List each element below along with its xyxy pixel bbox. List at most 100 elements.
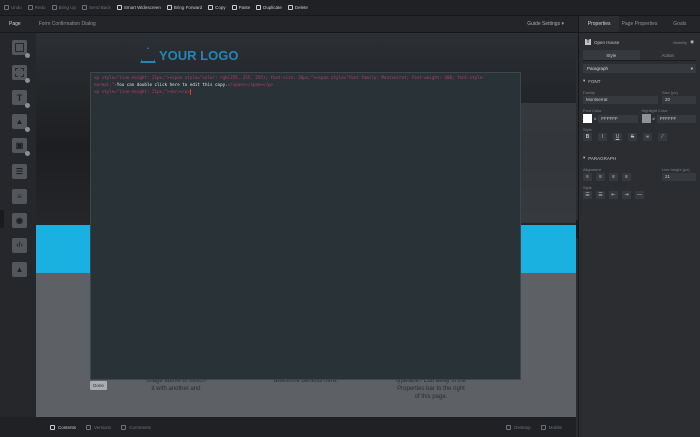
chevron-down-icon: ▾ <box>583 78 586 83</box>
text-icon: T <box>16 92 23 103</box>
comments-icon <box>121 424 127 430</box>
section-tool[interactable] <box>12 40 30 58</box>
chevron-down-icon: ▾ <box>690 66 693 71</box>
tab-page-properties[interactable]: Page Properties <box>619 16 659 32</box>
versions-icon <box>86 424 92 430</box>
add-dot-icon <box>25 103 30 108</box>
horizontal-rule-icon[interactable]: — <box>635 191 644 199</box>
unlink-icon[interactable]: ⁄ <box>658 133 667 141</box>
align-justify-icon[interactable]: ≡ <box>622 173 631 181</box>
bring-up-button[interactable]: Bring Up <box>51 5 76 10</box>
chevron-down-icon: ▾ <box>583 155 586 160</box>
highlight-color-swatch[interactable] <box>641 114 651 123</box>
left-collapse-handle[interactable] <box>0 210 4 228</box>
code-icon: ‹/› <box>16 242 23 249</box>
properties-panel: Properties Page Properties Goals T Open … <box>578 16 700 437</box>
link-icon[interactable]: ∞ <box>643 133 652 141</box>
text-element-icon: T <box>585 39 591 45</box>
page-tab-bar: Page Form Confirmation Dialog Guide Sett… <box>0 16 578 33</box>
redo-icon <box>27 5 33 10</box>
image-tool[interactable]: ▲ <box>12 114 30 132</box>
undo-button[interactable]: Undo <box>4 5 22 10</box>
tab-page[interactable]: Page <box>0 16 30 33</box>
mobile-icon <box>540 424 546 430</box>
form-tool[interactable]: ≡ <box>12 189 27 204</box>
contents-icon <box>50 424 55 430</box>
outdent-icon[interactable]: ⇤ <box>609 191 618 199</box>
align-center-icon[interactable]: ≡ <box>596 173 605 181</box>
desktop-view-button[interactable]: Desktop <box>506 424 531 430</box>
top-toolbar: Undo Redo Bring Up Send Back Smart Wides… <box>0 0 700 16</box>
hash-icon: # <box>652 116 655 121</box>
tab-form-confirmation-dialog[interactable]: Form Confirmation Dialog <box>30 16 105 33</box>
chevron-down-icon: ▾ <box>561 21 564 27</box>
social-tool[interactable]: ▲ <box>12 262 27 277</box>
line-height-input[interactable]: 21 <box>662 173 696 181</box>
font-color-swatch[interactable] <box>583 114 592 123</box>
delete-button[interactable]: Delete <box>287 5 308 10</box>
paste-button[interactable]: Paste <box>231 5 250 10</box>
underline-icon[interactable]: U <box>613 133 622 141</box>
bullet-list-icon[interactable]: ☰ <box>583 191 592 199</box>
box-icon <box>15 68 24 77</box>
send-back-button[interactable]: Send Back <box>82 5 111 10</box>
box-tool[interactable] <box>12 65 30 83</box>
canvas-bottom-bar: Contents Versions Comments Desktop Mobil… <box>36 417 576 437</box>
redo-button[interactable]: Redo <box>27 5 46 10</box>
bold-icon[interactable]: B <box>583 133 592 141</box>
font-color-input[interactable]: FFFFFF <box>598 114 638 123</box>
feature-text-right[interactable]: typeface? Edit away in the Properties ba… <box>386 377 476 401</box>
numbered-list-icon[interactable]: ☰ <box>596 191 605 199</box>
trash-icon <box>287 5 293 10</box>
bring-forward-button[interactable]: Bring Forward <box>166 5 202 10</box>
text-tool[interactable]: T <box>12 90 30 108</box>
paragraph-section-header[interactable]: ▾ PARAGRAPH <box>579 153 700 163</box>
align-left-icon[interactable]: ≡ <box>583 173 592 181</box>
align-right-icon[interactable]: ≡ <box>609 173 618 181</box>
form-icon: ≡ <box>17 192 22 201</box>
bring-up-icon <box>51 5 57 10</box>
duplicate-icon <box>256 5 262 10</box>
block-style-select[interactable]: Paragraph ▾ <box>583 64 696 73</box>
mobile-view-button[interactable]: Mobile <box>540 424 562 430</box>
duplicate-button[interactable]: Duplicate <box>256 5 282 10</box>
strikethrough-icon[interactable]: S <box>628 133 637 141</box>
add-dot-icon <box>25 151 30 156</box>
smart-widescreen-button[interactable]: Smart Widescreen <box>116 5 161 10</box>
code-line-2[interactable]: <p style="line-height: 21px;"><br></p> <box>91 88 520 95</box>
logo[interactable]: YOUR LOGO <box>140 47 238 63</box>
widget-icon: ◉ <box>16 216 23 225</box>
highlight-color-input[interactable]: FFFFFF <box>656 114 696 123</box>
add-dot-icon <box>25 127 30 132</box>
undo-icon <box>4 5 9 10</box>
tab-style[interactable]: Style <box>583 50 640 60</box>
versions-button[interactable]: Versions <box>86 424 111 430</box>
html-code-editor[interactable]: <p style="line-height: 21px;"><span styl… <box>90 72 521 380</box>
guide-settings-dropdown[interactable]: Guide Settings ▾ <box>527 16 564 33</box>
gallery-tool[interactable]: ▣ <box>12 138 30 156</box>
font-family-select[interactable]: Montserrat <box>583 96 658 104</box>
contents-button[interactable]: Contents <box>50 424 76 430</box>
font-size-input[interactable]: 20 <box>662 96 696 104</box>
widescreen-icon <box>116 5 122 10</box>
done-button[interactable]: Done <box>90 381 107 390</box>
tab-action[interactable]: Action <box>640 50 697 60</box>
tab-goals[interactable]: Goals <box>660 16 700 32</box>
hash-icon: # <box>594 116 597 121</box>
desktop-icon <box>506 424 512 430</box>
code-line-1[interactable]: <p style="line-height: 21px;"><span styl… <box>91 73 520 88</box>
italic-icon[interactable]: I <box>598 133 607 141</box>
eye-icon[interactable]: ◉ <box>690 39 694 45</box>
indent-icon[interactable]: ⇥ <box>622 191 631 199</box>
paste-icon <box>231 5 237 10</box>
font-section-header[interactable]: ▾ FONT <box>579 76 700 86</box>
table-icon: ☰ <box>15 167 24 176</box>
comments-button[interactable]: Comments <box>121 424 151 430</box>
tab-properties[interactable]: Properties <box>579 16 620 32</box>
send-back-icon <box>82 5 88 10</box>
html-tool[interactable]: ‹/› <box>12 238 27 253</box>
table-tool[interactable]: ☰ <box>12 164 27 179</box>
add-dot-icon <box>25 78 30 83</box>
copy-button[interactable]: Copy <box>208 5 226 10</box>
widget-tool[interactable]: ◉ <box>12 213 27 228</box>
